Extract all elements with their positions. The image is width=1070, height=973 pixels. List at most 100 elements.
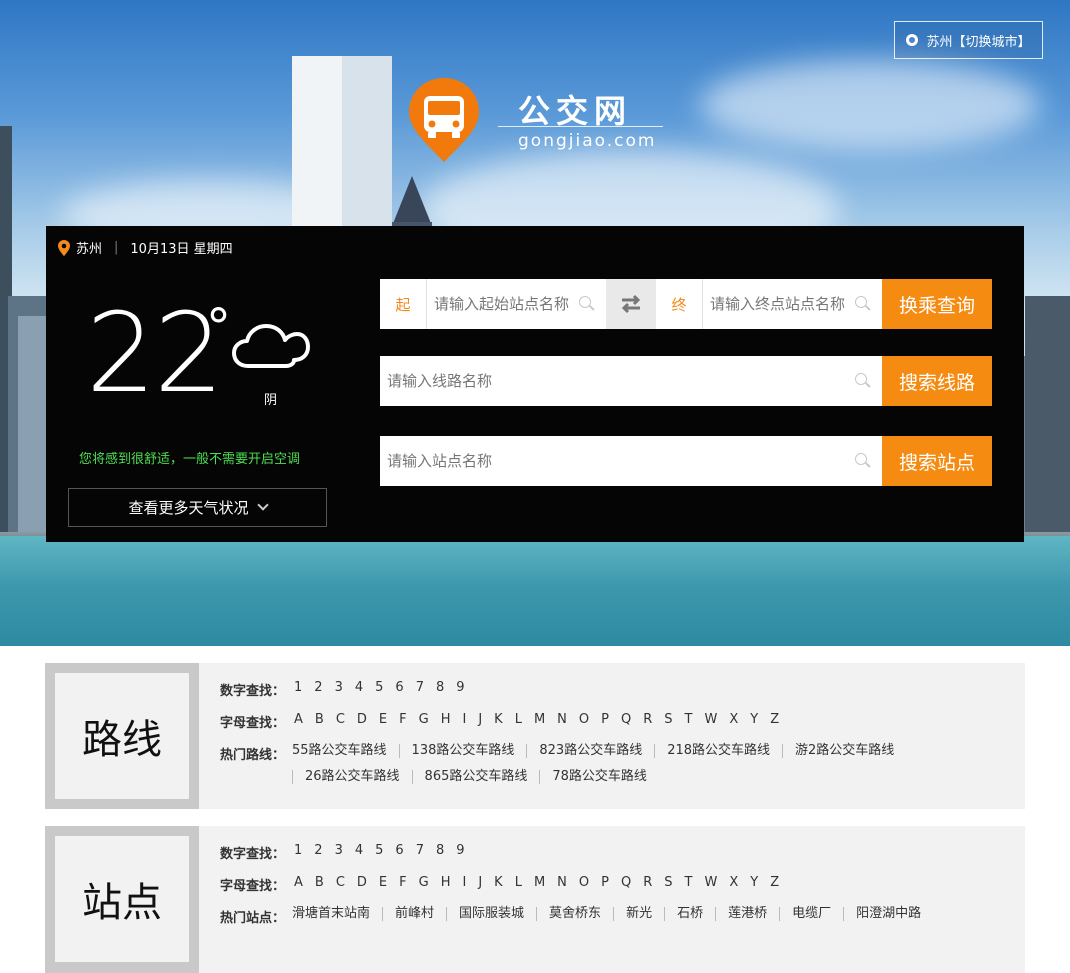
letter-link[interactable]: Y bbox=[750, 875, 758, 890]
letter-link[interactable]: Q bbox=[621, 875, 631, 890]
letter-link[interactable]: R bbox=[643, 875, 652, 890]
end-stop-input[interactable] bbox=[703, 295, 854, 313]
hot-stop-link[interactable]: 前峰村 bbox=[382, 907, 446, 921]
digit-link[interactable]: 5 bbox=[375, 680, 383, 695]
letter-link[interactable]: A bbox=[294, 712, 303, 727]
letter-link[interactable]: L bbox=[515, 712, 522, 727]
letter-link[interactable]: G bbox=[419, 712, 429, 727]
hot-stop-link[interactable]: 莫舍桥东 bbox=[536, 907, 613, 921]
digit-link[interactable]: 4 bbox=[355, 843, 363, 858]
letter-link[interactable]: I bbox=[462, 875, 466, 890]
digit-link[interactable]: 6 bbox=[395, 843, 403, 858]
hot-route-link[interactable]: 26路公交车路线 bbox=[292, 770, 412, 784]
letter-link[interactable]: B bbox=[315, 875, 324, 890]
hot-stop-link[interactable]: 滑塘首末站南 bbox=[292, 907, 382, 921]
hot-label: 热门路线： bbox=[220, 748, 286, 763]
hot-stop-link[interactable]: 电缆厂 bbox=[779, 907, 843, 921]
letter-link[interactable]: A bbox=[294, 875, 303, 890]
search-icon bbox=[854, 452, 872, 470]
stops-section: 站点 数字查找： 123456789 字母查找： ABCDEFGHIJKLMNO… bbox=[45, 826, 1025, 973]
letter-link[interactable]: F bbox=[399, 712, 406, 727]
letter-link[interactable]: I bbox=[462, 712, 466, 727]
letter-link[interactable]: N bbox=[557, 875, 567, 890]
letter-link[interactable]: H bbox=[441, 712, 451, 727]
letter-link[interactable]: Z bbox=[770, 712, 779, 727]
letter-link[interactable]: Q bbox=[621, 712, 631, 727]
cloudy-icon bbox=[232, 324, 310, 368]
digit-link[interactable]: 4 bbox=[355, 680, 363, 695]
digit-link[interactable]: 1 bbox=[294, 843, 302, 858]
letter-link[interactable]: D bbox=[357, 712, 367, 727]
digit-link[interactable]: 5 bbox=[375, 843, 383, 858]
letter-link[interactable]: P bbox=[601, 875, 609, 890]
letter-link[interactable]: O bbox=[579, 712, 589, 727]
letter-link[interactable]: M bbox=[534, 875, 545, 890]
letter-link[interactable]: R bbox=[643, 712, 652, 727]
letter-link[interactable]: T bbox=[685, 712, 693, 727]
line-search-input[interactable] bbox=[380, 372, 854, 390]
hot-stop-link[interactable]: 莲港桥 bbox=[715, 907, 779, 921]
swap-button[interactable] bbox=[606, 279, 656, 329]
hot-route-link[interactable]: 55路公交车路线 bbox=[292, 744, 399, 758]
letter-link[interactable]: C bbox=[336, 875, 345, 890]
more-weather-button[interactable]: 查看更多天气状况 bbox=[68, 488, 327, 527]
letter-link[interactable]: Y bbox=[750, 712, 758, 727]
letter-link[interactable]: K bbox=[494, 712, 503, 727]
letter-link[interactable]: J bbox=[478, 712, 482, 727]
stop-search-button[interactable]: 搜索站点 bbox=[882, 436, 992, 486]
letter-link[interactable]: B bbox=[315, 712, 324, 727]
current-city: 苏州 bbox=[926, 34, 953, 50]
end-input-wrap bbox=[702, 279, 882, 329]
letter-link[interactable]: E bbox=[379, 875, 387, 890]
hot-route-link[interactable]: 游2路公交车路线 bbox=[782, 744, 906, 758]
letter-link[interactable]: J bbox=[478, 875, 482, 890]
letter-link[interactable]: X bbox=[729, 712, 738, 727]
digit-link[interactable]: 8 bbox=[436, 843, 444, 858]
hot-route-link[interactable]: 138路公交车路线 bbox=[398, 744, 527, 758]
letter-link[interactable]: D bbox=[357, 875, 367, 890]
digit-link[interactable]: 3 bbox=[335, 843, 343, 858]
letter-link[interactable]: S bbox=[664, 875, 672, 890]
letter-link[interactable]: G bbox=[419, 875, 429, 890]
letter-link[interactable]: T bbox=[685, 875, 693, 890]
city-switch-button[interactable]: 苏州 【切换城市】 bbox=[894, 21, 1043, 59]
letter-link[interactable]: L bbox=[515, 875, 522, 890]
hot-route-link[interactable]: 218路公交车路线 bbox=[654, 744, 782, 758]
hot-route-link[interactable]: 823路公交车路线 bbox=[526, 744, 654, 758]
hot-stop-link[interactable]: 新光 bbox=[613, 907, 664, 921]
digit-link[interactable]: 2 bbox=[314, 680, 322, 695]
letter-link[interactable]: K bbox=[494, 875, 503, 890]
letter-link[interactable]: C bbox=[336, 712, 345, 727]
hot-stop-link[interactable]: 国际服装城 bbox=[446, 907, 536, 921]
letter-link[interactable]: E bbox=[379, 712, 387, 727]
digit-link[interactable]: 9 bbox=[456, 680, 464, 695]
start-stop-input[interactable] bbox=[427, 295, 578, 313]
letter-link[interactable]: X bbox=[729, 875, 738, 890]
stop-search-input[interactable] bbox=[380, 452, 854, 470]
digit-link[interactable]: 2 bbox=[314, 843, 322, 858]
letter-link[interactable]: H bbox=[441, 875, 451, 890]
digit-link[interactable]: 3 bbox=[335, 680, 343, 695]
digit-link[interactable]: 8 bbox=[436, 680, 444, 695]
letter-link[interactable]: Z bbox=[770, 875, 779, 890]
digit-link[interactable]: 6 bbox=[395, 680, 403, 695]
hot-stop-link[interactable]: 石桥 bbox=[664, 907, 715, 921]
digit-link[interactable]: 9 bbox=[456, 843, 464, 858]
letter-link[interactable]: W bbox=[704, 712, 717, 727]
hot-route-link[interactable]: 78路公交车路线 bbox=[539, 770, 659, 784]
letter-link[interactable]: O bbox=[579, 875, 589, 890]
digit-link[interactable]: 1 bbox=[294, 680, 302, 695]
digit-link[interactable]: 7 bbox=[416, 680, 424, 695]
letter-link[interactable]: F bbox=[399, 875, 406, 890]
line-search-button[interactable]: 搜索线路 bbox=[882, 356, 992, 406]
digit-link[interactable]: 7 bbox=[416, 843, 424, 858]
letter-link[interactable]: M bbox=[534, 712, 545, 727]
letter-link[interactable]: P bbox=[601, 712, 609, 727]
letter-link[interactable]: N bbox=[557, 712, 567, 727]
bus-logo-icon[interactable] bbox=[407, 76, 481, 164]
hot-route-link[interactable]: 865路公交车路线 bbox=[411, 770, 540, 784]
letter-link[interactable]: S bbox=[664, 712, 672, 727]
transfer-search-button[interactable]: 换乘查询 bbox=[882, 279, 992, 329]
hot-stop-link[interactable]: 阳澄湖中路 bbox=[843, 907, 933, 921]
letter-link[interactable]: W bbox=[704, 875, 717, 890]
